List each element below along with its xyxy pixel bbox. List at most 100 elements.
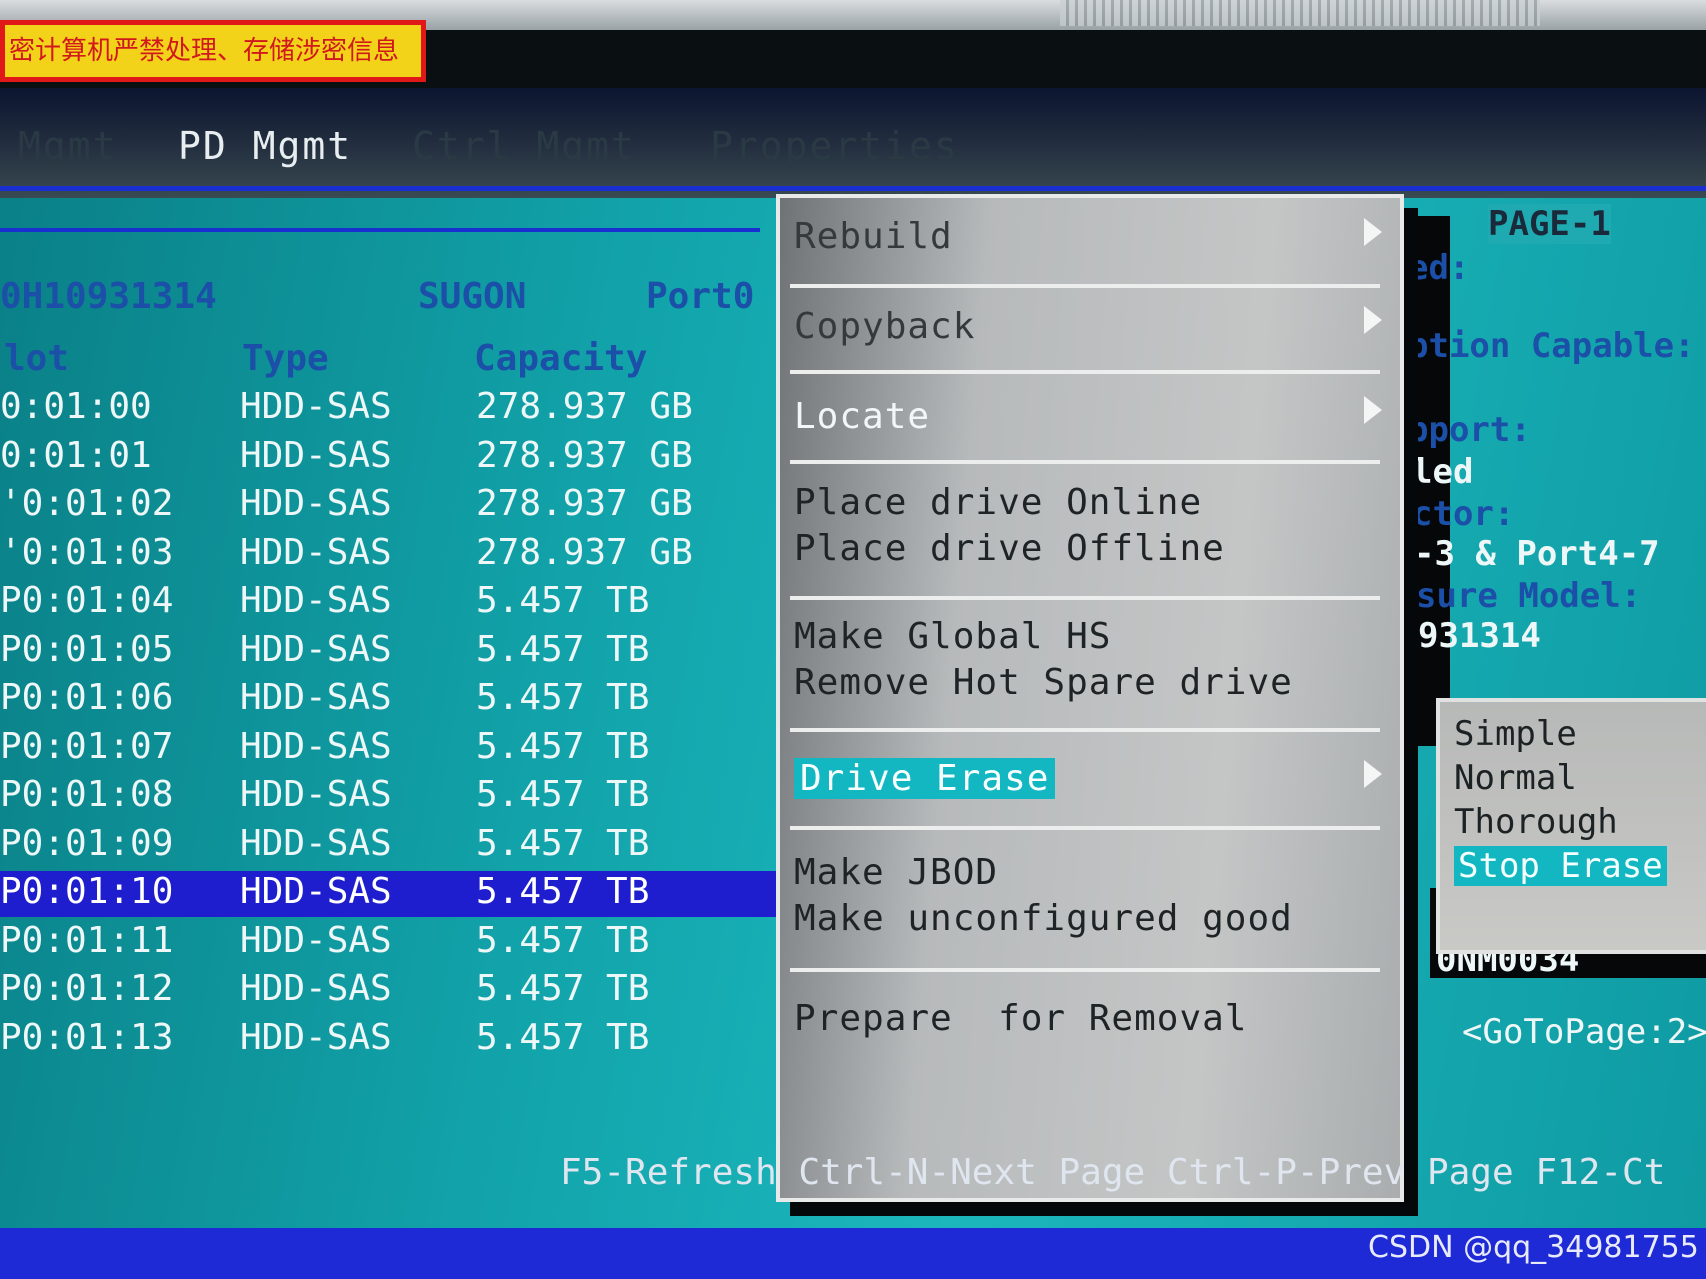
erase-option-thorough[interactable]: Thorough [1454,802,1618,842]
table-row[interactable]: P0:01:13 HDD-SAS 5.457 TB [0,1017,800,1063]
cell-type: HDD-SAS [240,919,392,961]
status-bar-text: F5-Refresh Ctrl-N-Next Page Ctrl-P-Prev … [560,1152,1666,1193]
submenu-arrow-icon [1364,396,1382,424]
menu-item-place-offline[interactable]: Place drive Offline [794,528,1225,569]
table-row[interactable]: 0:01:01 HDD-SAS 278.937 GB [0,435,800,481]
bezel-vent [1060,0,1540,26]
cell-slot: P0:01:07 [0,725,174,767]
cell-capacity: 5.457 TB [476,1016,650,1058]
raid-config-screen: Mgmt PD Mgmt Ctrl Mgmt Properties 0H1093… [0,88,1706,1279]
table-row[interactable]: P0:01:08 HDD-SAS 5.457 TB [0,774,800,820]
menu-separator [790,826,1380,830]
side-value-led: led [1412,452,1474,492]
frame-line-top [0,186,1706,191]
cell-slot: P0:01:06 [0,677,174,718]
cell-type: HDD-SAS [240,677,392,718]
cell-slot: P0:01:13 [0,1016,174,1058]
drive-erase-submenu: Simple Normal Thorough Stop Erase [1436,698,1706,954]
column-header-type: Type [242,338,329,379]
menu-item-make-global-hs[interactable]: Make Global HS [794,616,1111,657]
goto-page-link[interactable]: <GoToPage:2> [1462,1012,1706,1052]
side-label-support: pport: [1408,410,1531,450]
menu-item-place-online[interactable]: Place drive Online [794,482,1202,523]
side-label-encryption: ption Capable: [1408,326,1695,366]
side-value-serial: 931314 [1418,616,1541,656]
cell-capacity: 5.457 TB [476,725,650,767]
drive-port: Port0 [646,276,755,317]
cell-type: HDD-SAS [240,725,392,767]
table-row[interactable]: P0:01:06 HDD-SAS 5.457 TB [0,677,800,723]
submenu-arrow-icon [1364,218,1382,246]
menu-separator [790,968,1380,972]
menu-item-drive-erase[interactable]: Drive Erase [794,758,1056,799]
table-row[interactable]: P0:01:05 HDD-SAS 5.457 TB [0,629,800,675]
menu-item-copyback[interactable]: Copyback [794,306,975,347]
cell-type: HDD-SAS [240,968,392,1009]
submenu-arrow-icon [1364,306,1382,334]
menu-separator [790,728,1380,732]
cell-slot: '0:01:03 [0,531,174,573]
cell-type: HDD-SAS [240,580,392,621]
watermark: CSDN @qq_34981755 [1368,1230,1699,1265]
cell-type: HDD-SAS [240,822,392,864]
column-header-capacity: Capacity [474,338,648,379]
cell-capacity: 5.457 TB [476,580,650,621]
menu-item-rebuild[interactable]: Rebuild [794,216,953,257]
cell-type: HDD-SAS [240,1016,392,1058]
menu-item-make-jbod[interactable]: Make JBOD [794,852,998,893]
cell-capacity: 5.457 TB [476,677,650,718]
erase-option-normal[interactable]: Normal [1454,758,1577,798]
cell-slot: P0:01:10 [0,871,174,912]
submenu-arrow-icon [1364,760,1382,788]
cell-slot: P0:01:11 [0,919,174,961]
warning-sticker: 密计算机严禁处理、存储涉密信息 [0,20,427,82]
tab-ctrl-mgmt[interactable]: Ctrl Mgmt [412,124,636,168]
side-label-enclosure-model: sure Model: [1416,576,1642,616]
cell-slot: P0:01:04 [0,580,174,621]
erase-option-simple[interactable]: Simple [1454,714,1577,754]
side-label-connector: ctor: [1412,494,1515,534]
menu-separator [790,284,1380,288]
cell-slot: P0:01:12 [0,968,174,1009]
menu-separator [790,596,1380,600]
table-row[interactable]: P0:01:10 HDD-SAS 5.457 TB [0,871,800,917]
tab-properties[interactable]: Properties [710,124,959,168]
menu-item-locate[interactable]: Locate [794,396,930,437]
cell-capacity: 278.937 GB [476,531,693,573]
cell-capacity: 5.457 TB [476,871,650,912]
side-value-ports: -3 & Port4-7 [1414,534,1660,574]
frame-line-inner [0,228,760,232]
menu-separator [790,460,1380,464]
table-row[interactable]: P0:01:04 HDD-SAS 5.457 TB [0,580,800,626]
menu-item-prepare-removal[interactable]: Prepare for Removal [794,998,1247,1039]
cell-capacity: 278.937 GB [476,434,693,476]
tab-pd-mgmt[interactable]: PD Mgmt [178,124,352,168]
cell-slot: 0:01:01 [0,434,152,476]
cell-slot: 0:01:00 [0,386,152,427]
cell-type: HDD-SAS [240,434,392,476]
cell-type: HDD-SAS [240,483,392,524]
page-indicator: PAGE-1 [1488,204,1611,244]
table-row[interactable]: P0:01:11 HDD-SAS 5.457 TB [0,920,800,966]
table-row[interactable]: P0:01:12 HDD-SAS 5.457 TB [0,968,800,1014]
cell-type: HDD-SAS [240,386,392,427]
cell-capacity: 278.937 GB [476,483,693,524]
table-row[interactable]: P0:01:07 HDD-SAS 5.457 TB [0,726,800,772]
tab-vd-mgmt[interactable]: Mgmt [18,124,118,168]
table-row[interactable]: '0:01:03 HDD-SAS 278.937 GB [0,532,800,578]
cell-capacity: 5.457 TB [476,628,650,670]
cell-capacity: 278.937 GB [476,386,693,427]
cell-capacity: 5.457 TB [476,919,650,961]
drive-vendor: SUGON [418,276,527,317]
menu-item-make-unconfigured-good[interactable]: Make unconfigured good [794,898,1293,939]
table-row[interactable]: P0:01:09 HDD-SAS 5.457 TB [0,823,800,869]
cell-type: HDD-SAS [240,871,392,912]
erase-option-stop[interactable]: Stop Erase [1454,846,1667,886]
table-row[interactable]: 0:01:00 HDD-SAS 278.937 GB [0,386,800,432]
cell-slot: P0:01:09 [0,822,174,864]
table-row[interactable]: '0:01:02 HDD-SAS 278.937 GB [0,483,800,529]
column-header-slot: lot [4,338,70,379]
cell-slot: P0:01:08 [0,774,174,815]
menu-item-remove-hot-spare[interactable]: Remove Hot Spare drive [794,662,1293,703]
side-label-ed: ed: [1408,248,1470,288]
